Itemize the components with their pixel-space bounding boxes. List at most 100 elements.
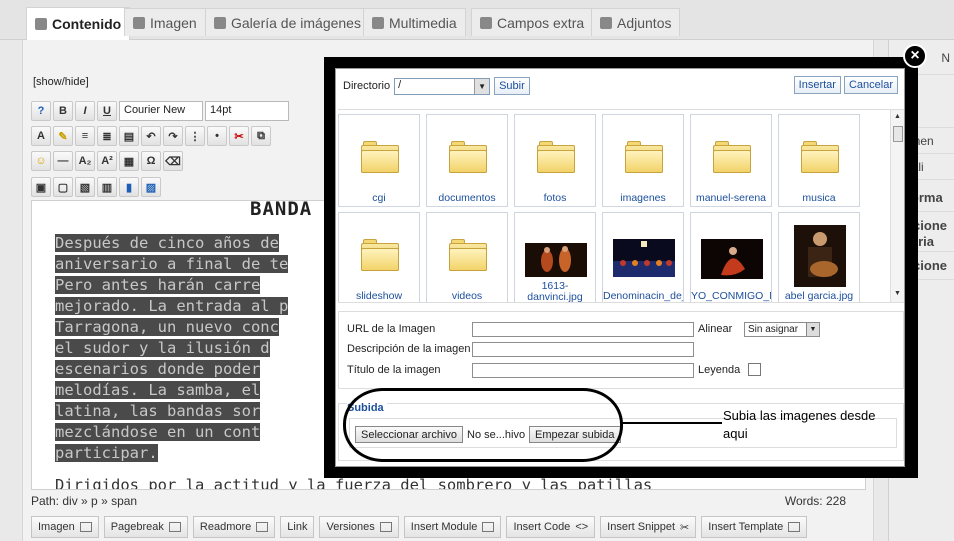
folder-icon — [537, 141, 575, 173]
image-item[interactable]: 1613- danvinci.jpg — [514, 212, 596, 302]
folder-item[interactable]: fotos — [514, 114, 596, 207]
word-count: Words: 228 — [784, 494, 846, 508]
special-char-icon[interactable]: Ω — [141, 151, 161, 171]
image-button[interactable]: Imagen — [31, 516, 99, 538]
image-item[interactable]: abel garcia.jpg — [778, 212, 860, 302]
subscript-icon[interactable]: A₂ — [75, 151, 95, 171]
description-input[interactable] — [472, 342, 694, 357]
layer-icon[interactable]: ▢ — [53, 177, 73, 197]
versiones-button[interactable]: Versiones — [319, 516, 399, 538]
insert-module-button[interactable]: Insert Module — [403, 516, 502, 538]
element-path[interactable]: div » p » span — [62, 494, 137, 508]
show-hide-toggle[interactable]: [show/hide] — [33, 76, 89, 88]
folder-item[interactable]: documentos — [426, 114, 508, 207]
editor-buttons: Imagen Pagebreak Readmore Link Versiones… — [31, 516, 808, 538]
image-item[interactable]: YO_CONMIGO_N — [690, 212, 772, 302]
code-icon: <> — [575, 521, 589, 533]
directory-label: Directorio — [343, 80, 391, 92]
toolbar-row-4: ▣ ▢ ▧ ▥ ▮ ▨ — [31, 176, 161, 198]
insert-snippet-button[interactable]: Insert Snippet ✂ — [600, 516, 697, 538]
chevron-down-icon: ▼ — [474, 78, 490, 94]
document-icon[interactable]: ▥ — [97, 177, 117, 197]
template-icon[interactable]: ▣ — [31, 177, 51, 197]
scissors-icon: ✂ — [680, 521, 690, 534]
font-family-select[interactable]: Courier New — [119, 101, 203, 121]
bullet-list-icon[interactable]: • — [207, 126, 227, 146]
directory-select[interactable]: / ▼ — [394, 77, 491, 95]
url-label: URL de la Imagen — [347, 323, 436, 335]
url-input[interactable] — [472, 322, 694, 337]
image-icon — [79, 522, 92, 532]
close-icon[interactable]: × — [903, 44, 927, 68]
tab-multimedia[interactable]: Multimedia — [363, 8, 466, 36]
cut-icon[interactable]: ✂ — [229, 126, 249, 146]
toolbar-row-2: A ✎ ≡ ≣ ▤ ↶ ↷ ⋮ • ✂ ⧉ — [31, 125, 271, 147]
annotation-pointer — [622, 422, 722, 424]
numbered-list-icon[interactable]: ⋮ — [185, 126, 205, 146]
folder-item[interactable]: imagenes — [602, 114, 684, 207]
puzzle-icon — [480, 16, 492, 29]
second-paragraph: Dirigidos por la actitud y la fuerza del… — [55, 476, 653, 490]
emoticon-icon[interactable]: ☺ — [31, 151, 51, 171]
image-insert-icon[interactable]: ▧ — [75, 177, 95, 197]
tab-imagen[interactable]: Imagen — [124, 8, 206, 36]
insert-button[interactable]: Insertar — [793, 76, 841, 94]
module-icon — [482, 522, 495, 532]
italic-button[interactable]: I — [75, 101, 95, 121]
folder-icon — [361, 141, 399, 173]
scroll-down-icon[interactable]: ▼ — [894, 290, 901, 297]
scroll-thumb[interactable] — [893, 126, 903, 142]
cancel-button[interactable]: Cancelar — [843, 76, 898, 94]
help-icon[interactable]: ? — [31, 101, 51, 121]
copy-icon[interactable]: ⧉ — [251, 126, 271, 146]
horizontal-rule-icon[interactable]: — — [53, 151, 73, 171]
readmore-icon — [256, 522, 269, 532]
highlight-icon[interactable]: ✎ — [53, 126, 73, 146]
folder-item[interactable]: slideshow — [338, 212, 420, 302]
scroll-up-icon[interactable]: ▲ — [894, 113, 901, 120]
folder-item[interactable]: cgi — [338, 114, 420, 207]
insert-template-button[interactable]: Insert Template — [701, 516, 808, 538]
eraser-icon[interactable]: ⌫ — [163, 151, 183, 171]
gallery-icon — [214, 16, 226, 29]
table-icon[interactable]: ▦ — [119, 151, 139, 171]
file-browser-scrollbar[interactable]: ▲ ▼ — [890, 110, 904, 302]
folder-icon — [449, 141, 487, 173]
description-label: Descripción de la imagen — [347, 343, 471, 355]
content-heading: BANDA — [250, 200, 313, 220]
folder-item[interactable]: manuel-serena — [690, 114, 772, 207]
film-icon — [372, 16, 384, 29]
undo-icon[interactable]: ↶ — [141, 126, 161, 146]
media-icon[interactable]: ▮ — [119, 177, 139, 197]
preview-icon[interactable]: ▨ — [141, 177, 161, 197]
text-color-icon[interactable]: A — [31, 126, 51, 146]
paste-icon[interactable]: ▤ — [119, 126, 139, 146]
up-button[interactable]: Subir — [494, 77, 530, 95]
dancer-thumbnail — [701, 239, 763, 279]
indent-icon[interactable]: ≡ — [75, 126, 95, 146]
font-size-select[interactable]: 14pt — [205, 101, 289, 121]
insert-code-button[interactable]: Insert Code <> — [506, 516, 596, 538]
tab-galeria[interactable]: Galería de imágenes — [205, 8, 370, 36]
readmore-button[interactable]: Readmore — [192, 516, 276, 538]
bold-button[interactable]: B — [53, 101, 73, 121]
pagebreak-button[interactable]: Pagebreak — [103, 516, 188, 538]
link-button[interactable]: Link — [280, 516, 315, 538]
tab-contenido[interactable]: Contenido — [26, 7, 131, 40]
guitarist-thumbnail — [794, 225, 846, 287]
image-item[interactable]: Denominacin_de_ — [602, 212, 684, 302]
toolbar-row-3: ☺ — A₂ A² ▦ Ω ⌫ — [31, 150, 183, 172]
underline-button[interactable]: U — [97, 101, 117, 121]
align-select[interactable]: Sin asignar ▼ — [744, 322, 820, 337]
caption-checkbox[interactable] — [748, 363, 761, 376]
folder-item[interactable]: musica — [778, 114, 860, 207]
redo-icon[interactable]: ↷ — [163, 126, 183, 146]
folder-icon — [625, 141, 663, 173]
tab-campos-extra[interactable]: Campos extra — [471, 8, 594, 36]
image-properties-form: URL de la Imagen Alinear Sin asignar ▼ De… — [338, 311, 904, 389]
title-input[interactable] — [472, 363, 694, 378]
tab-adjuntos[interactable]: Adjuntos — [591, 8, 681, 36]
superscript-icon[interactable]: A² — [97, 151, 117, 171]
folder-item[interactable]: videos — [426, 212, 508, 302]
outdent-icon[interactable]: ≣ — [97, 126, 117, 146]
